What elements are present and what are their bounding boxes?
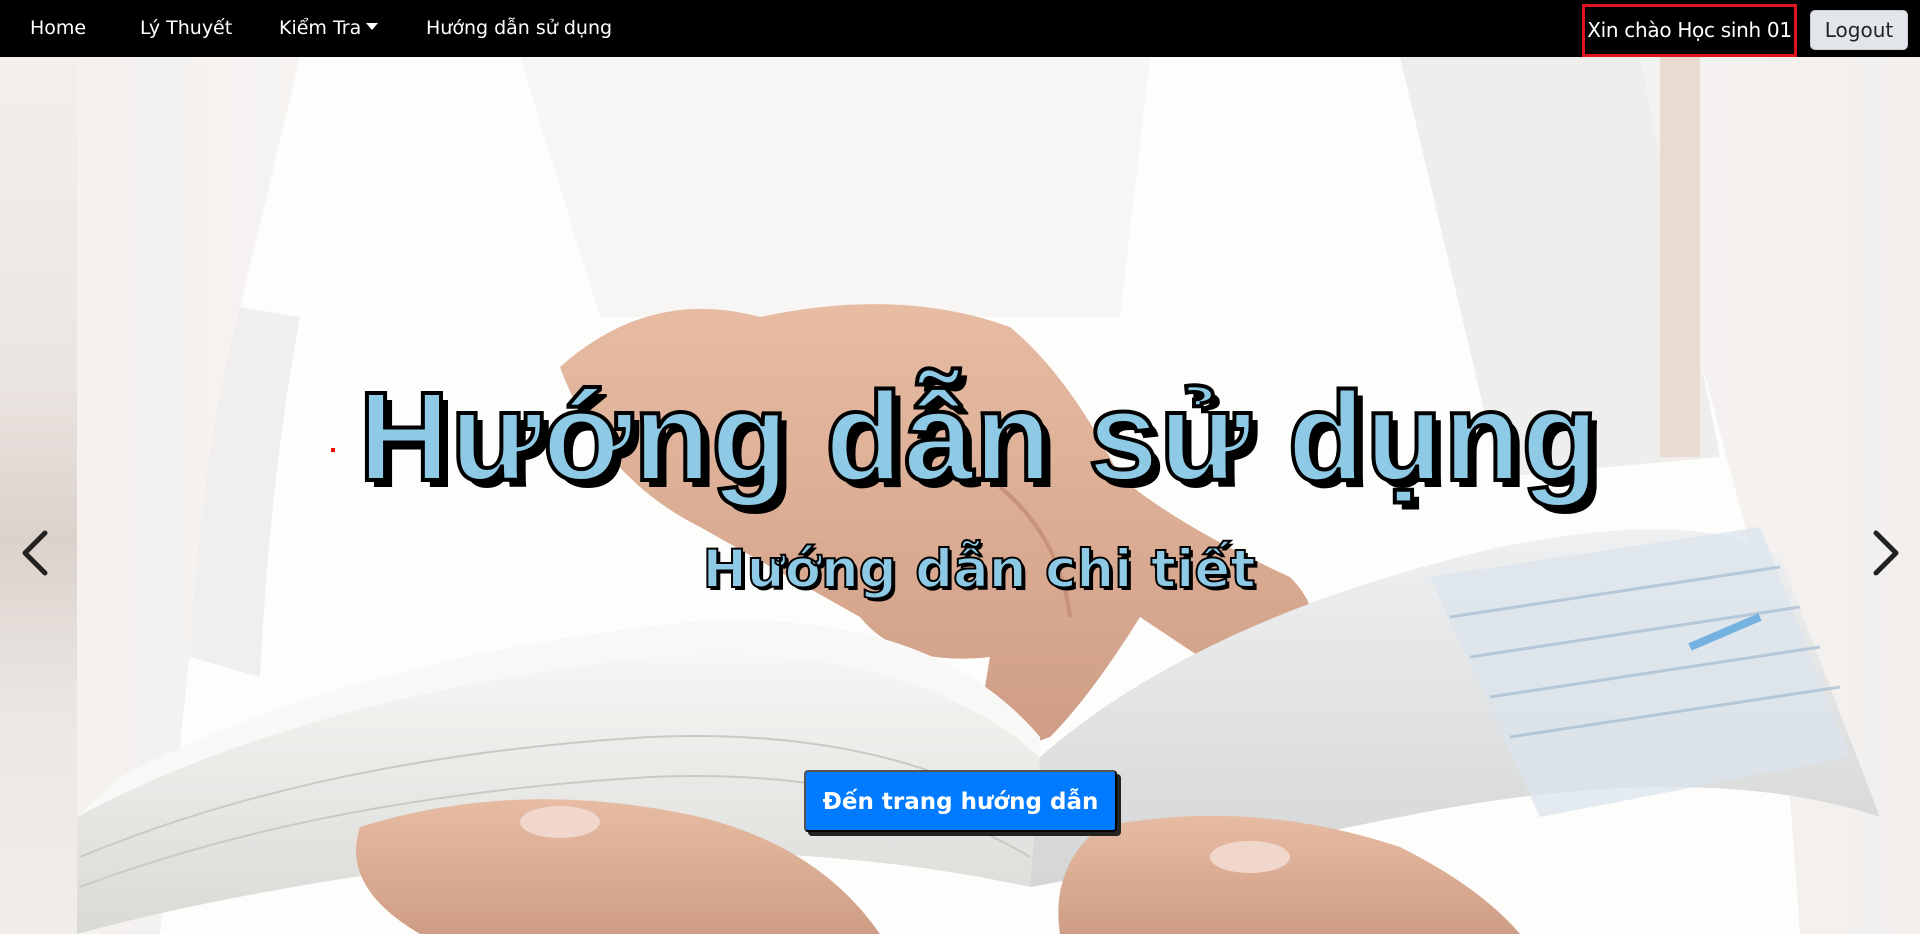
nav-home-link[interactable]: Home <box>30 0 86 57</box>
user-greeting: Xin chào Học sinh 01 <box>1582 4 1797 57</box>
hero-title: Hướng dẫn sử dụng <box>357 365 1601 509</box>
carousel-prev-button[interactable] <box>11 527 61 579</box>
nav-kiem-tra-label: Kiểm Tra <box>279 17 362 39</box>
go-to-guide-button[interactable]: Đến trang hướng dẫn <box>804 770 1117 832</box>
nav-kiem-tra-dropdown[interactable]: Kiểm Tra <box>279 0 379 57</box>
hero-subtitle: Hướng dẫn chi tiết <box>701 538 1256 601</box>
caret-down-icon <box>366 23 379 30</box>
logout-button[interactable]: Logout <box>1810 10 1908 50</box>
hero-carousel: Hướng dẫn sử dụng Hướng dẫn chi tiết Đến… <box>0 57 1920 934</box>
nav-ly-thuyet-link[interactable]: Lý Thuyết <box>140 0 232 57</box>
carousel-next-button[interactable] <box>1860 527 1910 579</box>
top-navbar: Home Lý Thuyết Kiểm Tra Hướng dẫn sử dụn… <box>0 0 1920 57</box>
nav-huong-dan-link[interactable]: Hướng dẫn sử dụng <box>426 0 612 57</box>
chevron-right-icon <box>1873 530 1899 576</box>
chevron-left-icon <box>22 530 48 576</box>
